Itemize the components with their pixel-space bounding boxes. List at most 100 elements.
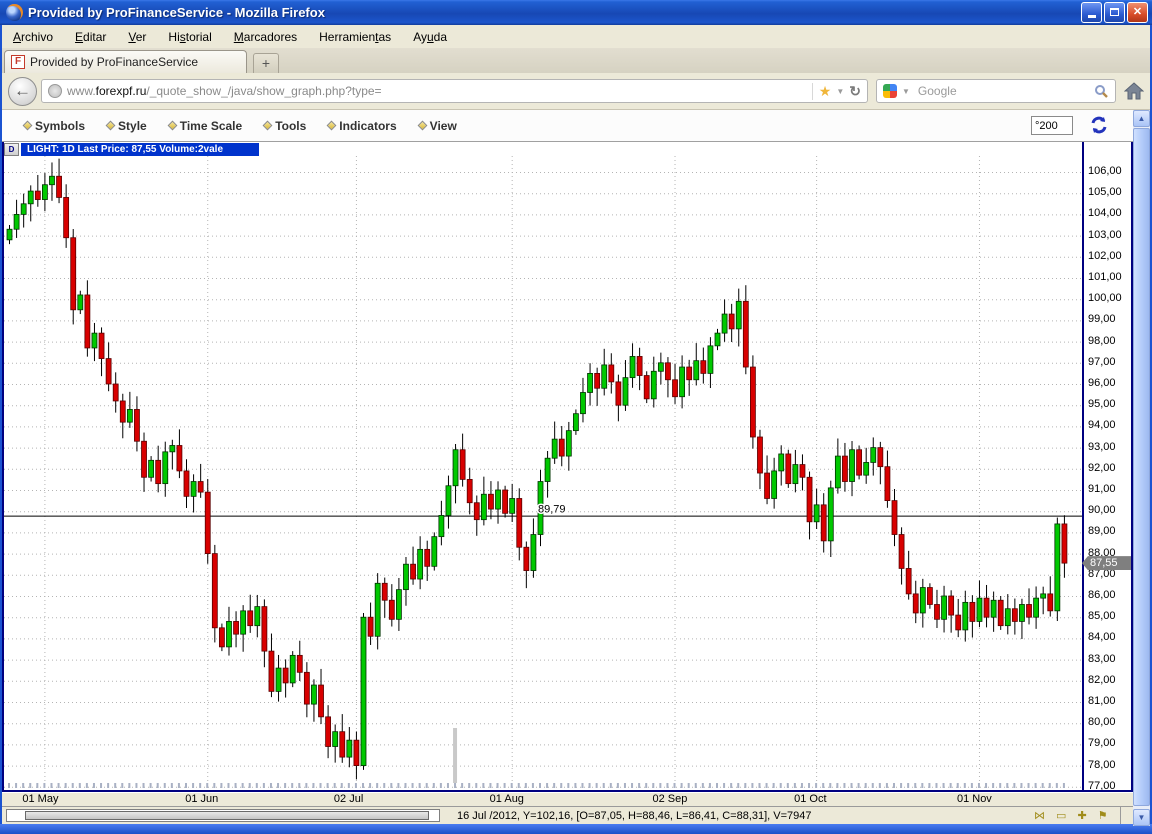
- horizontal-scrollbar-thumb[interactable]: [25, 811, 429, 820]
- menu-marcadores[interactable]: Marcadores: [223, 27, 308, 47]
- candle-down: [325, 716, 332, 747]
- menu-archivo[interactable]: Archivo: [2, 27, 64, 47]
- y-tick-label: 100,00: [1088, 292, 1122, 305]
- back-button[interactable]: ←: [8, 76, 37, 106]
- date-tick: [376, 783, 379, 788]
- candle-down: [466, 478, 473, 504]
- url-field[interactable]: www. forexpf.ru/_quote_show_/java/show_gr…: [41, 79, 868, 103]
- menu-historial[interactable]: Historial: [157, 27, 222, 47]
- date-tick: [751, 783, 754, 788]
- date-tick: [291, 783, 294, 788]
- date-tick: [744, 783, 747, 788]
- url-dropdown-icon[interactable]: ▼: [836, 87, 844, 96]
- candle-down: [948, 595, 955, 616]
- date-tick: [524, 783, 527, 788]
- candle-up: [332, 731, 339, 747]
- date-tick: [907, 783, 910, 788]
- vertical-scrollbar[interactable]: ▲ ▼: [1133, 110, 1150, 826]
- date-tick: [1027, 783, 1030, 788]
- date-tick: [439, 783, 442, 788]
- chart-tool-icons[interactable]: ⋈ ▭ ✚ ⚑: [1034, 809, 1112, 822]
- chart-menu-style[interactable]: Style: [105, 119, 147, 133]
- search-field[interactable]: ▼ Google: [876, 79, 1116, 103]
- chart-menu-indicators[interactable]: Indicators: [326, 119, 397, 133]
- y-tick-label: 79,00: [1088, 737, 1116, 750]
- date-tick: [241, 783, 244, 788]
- vertical-scrollbar-thumb[interactable]: [1133, 128, 1150, 806]
- google-logo-icon: [883, 84, 897, 98]
- period-input[interactable]: [1031, 116, 1073, 135]
- tab-favicon-icon: F: [11, 55, 25, 69]
- tab-active[interactable]: F Provided by ProFinanceService: [4, 50, 247, 73]
- candle-up: [863, 462, 870, 476]
- date-tick: [206, 783, 209, 788]
- date-tick: [503, 783, 506, 788]
- date-tick: [963, 783, 966, 788]
- chart-menu-time-scale[interactable]: Time Scale: [167, 119, 242, 133]
- x-tick-label: 02 Sep: [652, 793, 688, 805]
- y-tick-label: 94,00: [1088, 419, 1116, 432]
- y-tick-label: 91,00: [1088, 483, 1116, 495]
- date-tick: [772, 783, 775, 788]
- date-tick: [461, 783, 464, 788]
- y-axis-labels: 77,00 78,00 79,00 80,00 81,00 82,00 83,00 84,00…: [1084, 142, 1131, 790]
- date-tick: [298, 783, 301, 788]
- date-tick: [680, 783, 683, 788]
- candle-up: [374, 582, 381, 637]
- date-tick: [687, 783, 690, 788]
- horizontal-scrollbar[interactable]: [6, 809, 440, 822]
- chart-refresh-icon[interactable]: [1089, 115, 1109, 135]
- menu-ayuda[interactable]: Ayuda: [402, 27, 458, 47]
- reload-icon[interactable]: ↻: [849, 83, 861, 100]
- candle-up: [565, 430, 572, 457]
- search-icon[interactable]: [1094, 84, 1109, 99]
- date-tick: [914, 783, 917, 788]
- candle-down: [594, 372, 601, 389]
- candle-up: [226, 621, 232, 648]
- candle-down: [473, 502, 480, 521]
- candle-down: [218, 627, 225, 648]
- scroll-down-button[interactable]: ▼: [1133, 809, 1150, 826]
- date-tick: [836, 783, 839, 788]
- diamond-icon: [417, 120, 428, 131]
- candle-up: [771, 470, 778, 499]
- legend-button[interactable]: D: [4, 143, 19, 156]
- home-button[interactable]: [1124, 82, 1144, 100]
- candle-up: [495, 489, 501, 510]
- restore-button[interactable]: [1104, 2, 1125, 23]
- candle-down: [339, 731, 346, 758]
- date-tick: [645, 783, 648, 788]
- chart-menu-tools[interactable]: Tools: [262, 119, 306, 133]
- new-tab-button[interactable]: +: [253, 53, 279, 73]
- date-tick: [369, 783, 372, 788]
- date-tick: [262, 783, 265, 788]
- menu-ver[interactable]: Ver: [117, 27, 157, 47]
- candle-up: [346, 739, 353, 758]
- candle-down: [134, 409, 140, 442]
- candle-down: [856, 449, 862, 476]
- search-engine-dropdown-icon[interactable]: ▼: [902, 87, 910, 96]
- globe-icon: [48, 84, 62, 98]
- candle-up: [240, 610, 247, 635]
- date-tick: [723, 783, 726, 788]
- date-tick: [234, 783, 237, 788]
- candle-up: [962, 601, 969, 631]
- close-button[interactable]: ✕: [1127, 2, 1148, 23]
- candle-down: [912, 593, 919, 614]
- candle-up: [289, 654, 296, 684]
- date-tick: [567, 783, 570, 788]
- date-tick: [574, 783, 577, 788]
- chart-menu-symbols[interactable]: Symbols: [22, 119, 85, 133]
- chart-menu-view[interactable]: View: [417, 119, 457, 133]
- menu-editar[interactable]: Editar: [64, 27, 117, 47]
- bookmark-star-icon[interactable]: ★: [819, 83, 832, 100]
- candle-up: [735, 300, 742, 330]
- candle-down: [558, 438, 565, 457]
- menu-herramientas[interactable]: Herramientas: [308, 27, 402, 47]
- y-tick-label: 81,00: [1088, 695, 1116, 707]
- scroll-up-button[interactable]: ▲: [1133, 110, 1150, 127]
- candle-up: [1054, 523, 1061, 612]
- date-tick: [255, 783, 258, 788]
- date-tick: [199, 783, 202, 788]
- minimize-button[interactable]: [1081, 2, 1102, 23]
